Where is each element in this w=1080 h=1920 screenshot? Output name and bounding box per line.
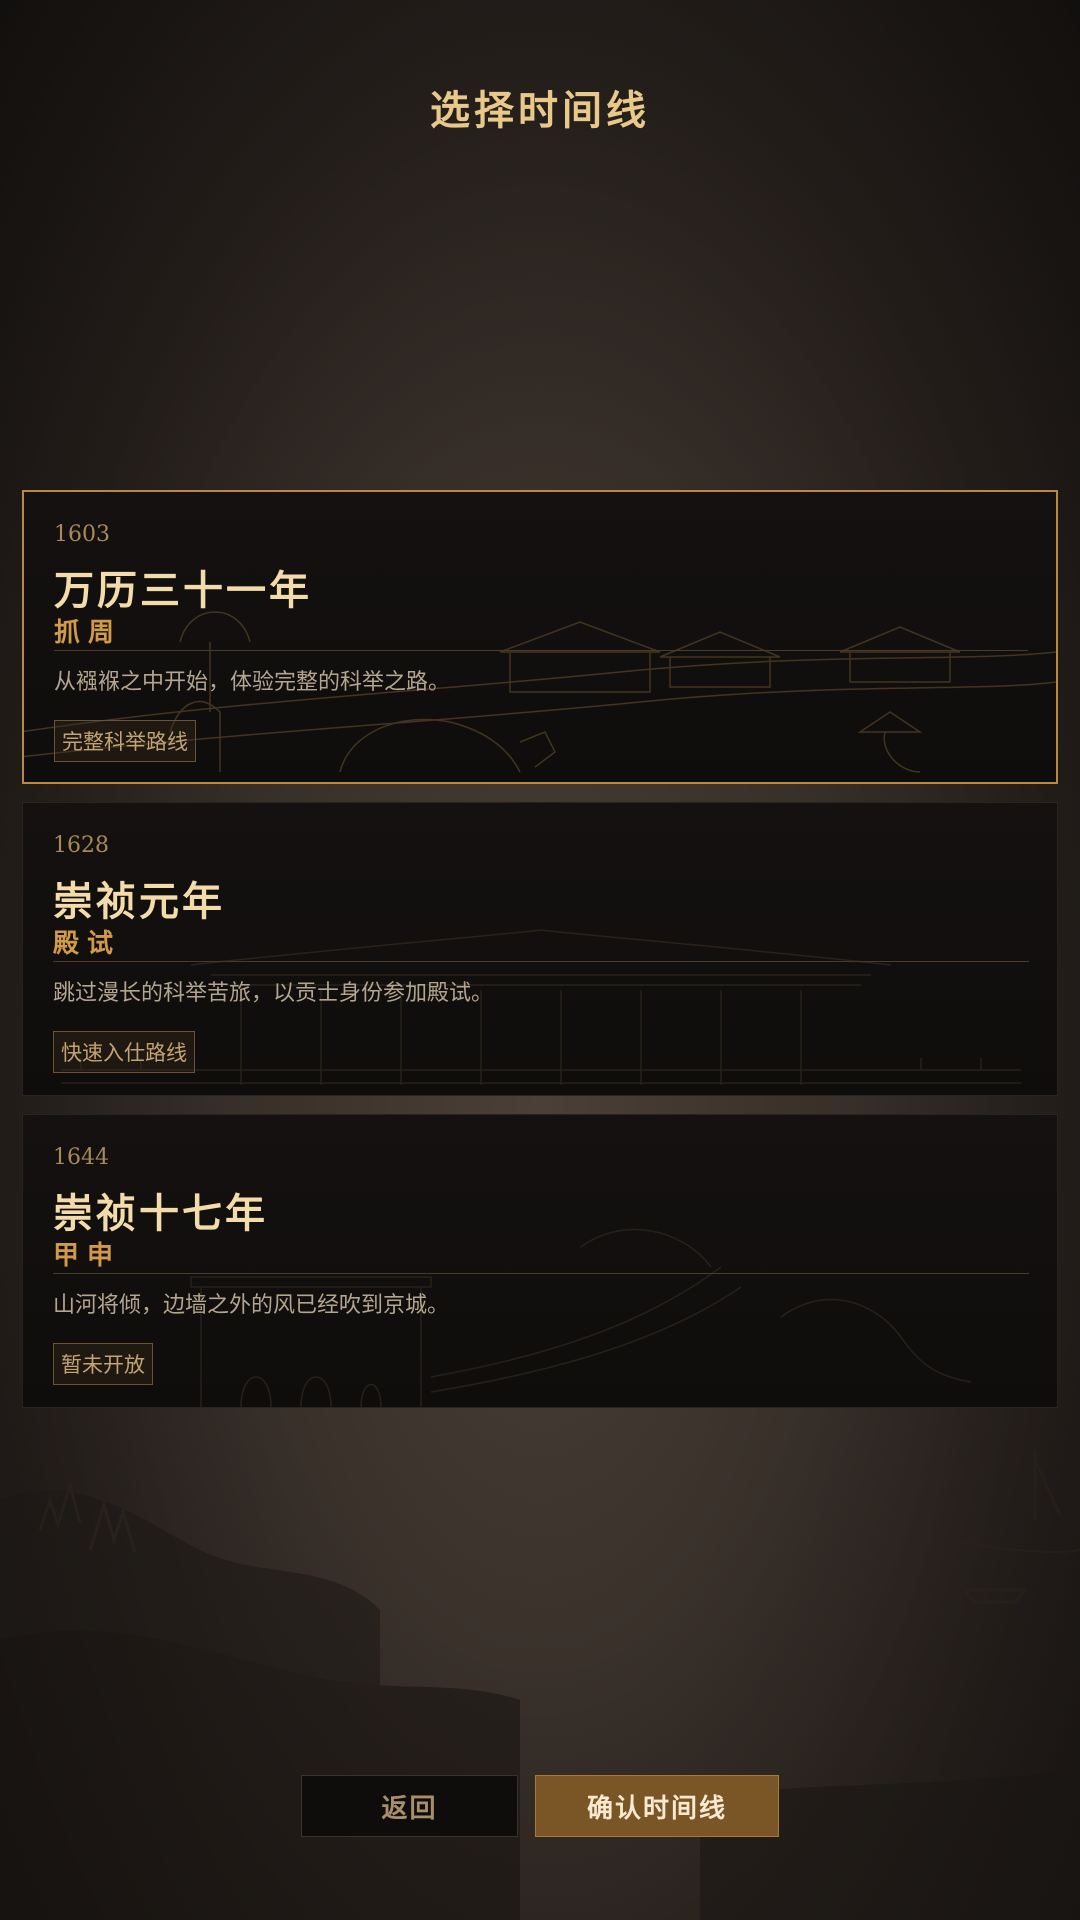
timeline-description: 山河将倾，边墙之外的风已经吹到京城。 <box>53 1293 450 1318</box>
card-divider <box>53 961 1029 962</box>
timeline-subtitle: 甲申 <box>53 1241 122 1271</box>
timeline-card-1628[interactable]: 1628 崇祯元年 殿试 跳过漫长的科举苦旅，以贡士身份参加殿试。 快速入仕路线 <box>22 802 1058 1096</box>
card-divider <box>54 650 1028 651</box>
timeline-name: 崇祯元年 <box>53 879 225 925</box>
timeline-year: 1603 <box>54 522 110 547</box>
timeline-year: 1628 <box>53 833 109 858</box>
timeline-name: 万历三十一年 <box>54 568 312 614</box>
timeline-name: 崇祯十七年 <box>53 1191 268 1237</box>
timeline-card-1644[interactable]: 1644 崇祯十七年 甲申 山河将倾，边墙之外的风已经吹到京城。 暂未开放 <box>22 1114 1058 1408</box>
card-divider <box>53 1273 1029 1274</box>
landscape-background-art <box>0 1450 1080 1920</box>
confirm-timeline-button[interactable]: 确认时间线 <box>535 1775 779 1837</box>
back-button[interactable]: 返回 <box>301 1775 518 1837</box>
timeline-tag: 暂未开放 <box>53 1343 153 1385</box>
timeline-description: 跳过漫长的科举苦旅，以贡士身份参加殿试。 <box>53 981 494 1006</box>
timeline-tag: 完整科举路线 <box>54 720 196 762</box>
page-title: 选择时间线 <box>430 88 650 134</box>
timeline-subtitle: 抓周 <box>54 618 123 648</box>
timeline-card-1603[interactable]: 1603 万历三十一年 抓周 从襁褓之中开始，体验完整的科举之路。 完整科举路线 <box>22 490 1058 784</box>
timeline-tag: 快速入仕路线 <box>53 1031 195 1073</box>
timeline-year: 1644 <box>53 1145 109 1170</box>
timeline-description: 从襁褓之中开始，体验完整的科举之路。 <box>54 670 451 695</box>
timeline-subtitle: 殿试 <box>53 929 122 959</box>
